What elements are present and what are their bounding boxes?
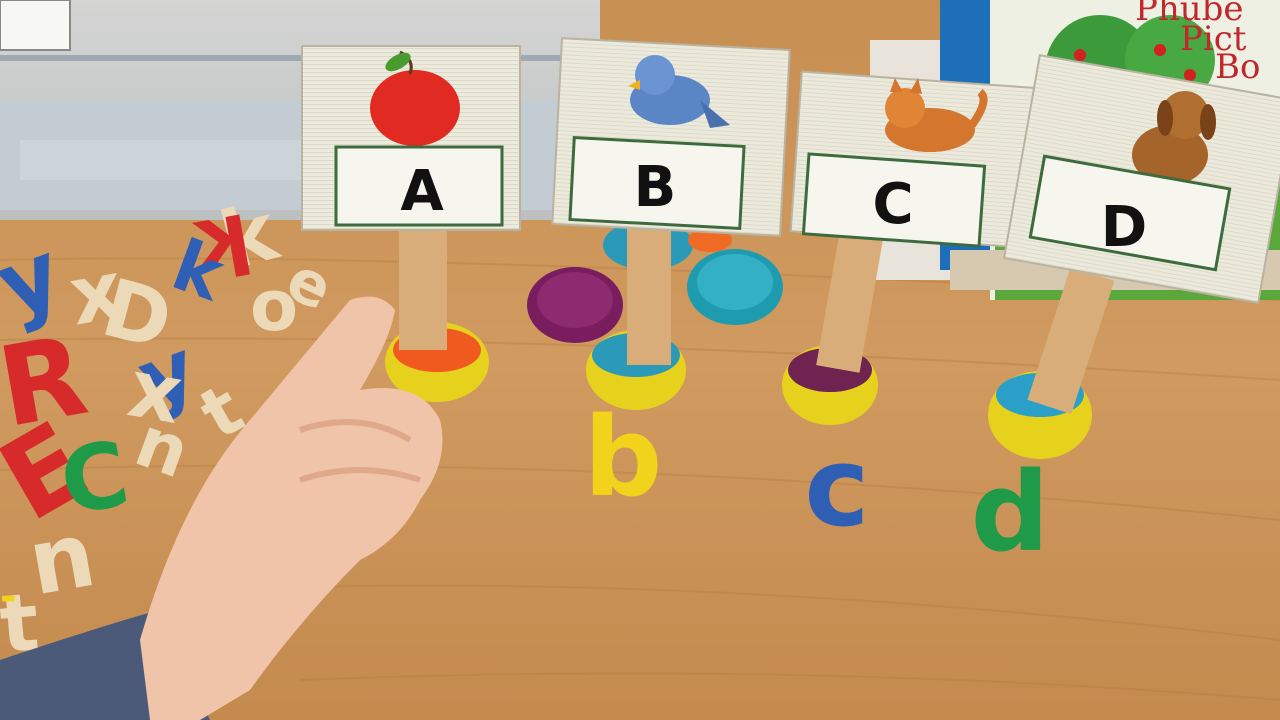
lowercase-d: d	[971, 448, 1050, 576]
sign-c-letter: C	[872, 172, 913, 237]
sign-d-letter: D	[1101, 195, 1147, 260]
book-title-line3: Bo	[1215, 47, 1260, 87]
photo-scene: Phube Pict Bo k k k o e y x D R y x t E …	[0, 0, 1280, 720]
sign-a-letter: A	[400, 159, 444, 224]
lowercase-c: c	[804, 423, 869, 551]
svg-text:-: -	[0, 574, 17, 620]
lowercase-b: b	[584, 393, 663, 521]
sign-b-letter: B	[634, 155, 677, 220]
